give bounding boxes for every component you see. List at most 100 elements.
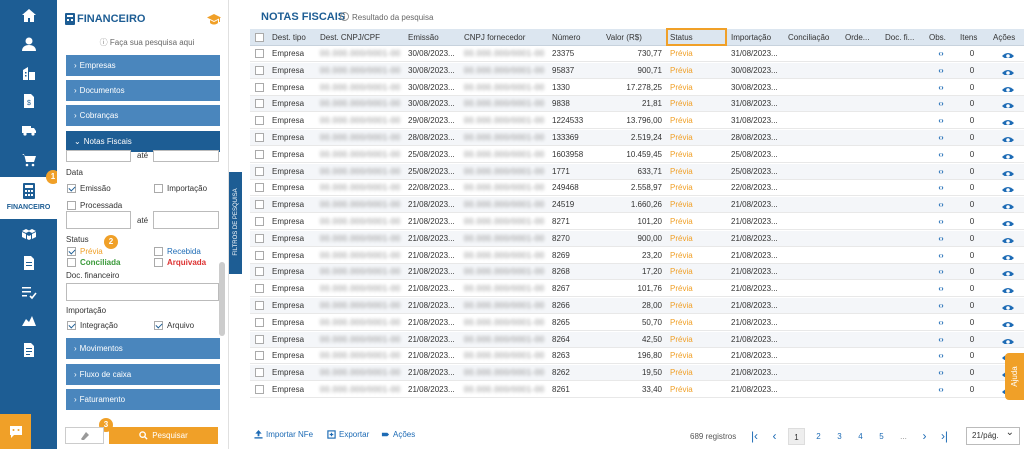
row-checkbox[interactable] (255, 284, 264, 294)
row-checkbox[interactable] (255, 217, 264, 226)
rail-item-building[interactable] (0, 59, 57, 87)
row-checkbox[interactable] (255, 149, 264, 159)
date-from-input[interactable] (66, 211, 131, 229)
doc-financeiro-input[interactable] (66, 283, 219, 301)
section-movimentos[interactable]: › Movimentos (66, 338, 220, 359)
code-icon[interactable]: ‹› (929, 147, 953, 163)
eye-icon[interactable] (1002, 252, 1014, 260)
eye-icon[interactable] (1002, 201, 1014, 210)
import-nfe-button[interactable]: Importar NFe (254, 430, 313, 439)
eye-icon[interactable] (1002, 218, 1014, 226)
col-dest-cnpj[interactable]: Dest. CNPJ/CPF (320, 29, 406, 46)
section-documentos[interactable]: › Documentos (66, 80, 220, 101)
col-itens[interactable]: Itens (960, 29, 984, 46)
section-faturamento[interactable]: › Faturamento (66, 389, 220, 410)
eye-icon[interactable] (1002, 151, 1014, 159)
table-row[interactable]: Empresa 00.000.000/0001-00 21/08/2023... 00… (250, 382, 1024, 398)
col-dest-tipo[interactable]: Dest. tipo (272, 29, 320, 46)
date-to-partial[interactable] (153, 150, 219, 162)
eye-icon[interactable] (1002, 268, 1014, 277)
importacao-checkbox[interactable] (154, 184, 163, 193)
code-icon[interactable]: ‹› (929, 348, 953, 364)
page-5[interactable]: 5 (873, 428, 890, 445)
col-ordem[interactable]: Orde... (845, 29, 883, 46)
rail-item-cart[interactable] (0, 146, 57, 174)
code-icon[interactable]: ‹› (929, 248, 953, 264)
row-checkbox[interactable] (255, 82, 264, 92)
per-page-select[interactable]: 21/pág. (966, 425, 1020, 445)
col-cnpj-fornecedor[interactable]: CNPJ fornecedor (464, 29, 550, 46)
table-row[interactable]: Empresa 00.000.000/0001-00 28/08/2023... 00… (250, 130, 1024, 146)
recebida-checkbox[interactable] (154, 247, 163, 256)
rail-item-document[interactable] (0, 249, 57, 277)
row-checkbox[interactable] (255, 385, 264, 394)
code-icon[interactable]: ‹› (929, 197, 953, 213)
eye-icon[interactable] (1002, 336, 1014, 344)
table-row[interactable]: Empresa 00.000.000/0001-00 21/08/2023... 00… (250, 281, 1024, 298)
code-icon[interactable]: ‹› (929, 214, 953, 230)
filter-toggle-tab[interactable]: FILTROS DE PESQUISA (229, 172, 242, 274)
table-row[interactable]: Empresa 00.000.000/0001-00 29/08/2023... 00… (250, 113, 1024, 130)
col-emissao[interactable]: Emissão (408, 29, 462, 46)
row-checkbox[interactable] (255, 183, 264, 193)
rail-item-user[interactable] (0, 30, 57, 58)
section-cobrancas[interactable]: › Cobranças (66, 105, 220, 126)
table-row[interactable]: Empresa 00.000.000/0001-00 30/08/2023... 00… (250, 80, 1024, 96)
table-row[interactable]: Empresa 00.000.000/0001-00 21/08/2023... 00… (250, 365, 1024, 382)
table-row[interactable]: Empresa 00.000.000/0001-00 30/08/2023... 00… (250, 62, 1024, 79)
eye-icon[interactable] (1002, 84, 1014, 92)
eye-icon[interactable] (1002, 184, 1014, 193)
col-doc-financeiro[interactable]: Doc. fi... (885, 29, 923, 46)
rail-item-file[interactable] (0, 336, 57, 364)
select-all-checkbox[interactable] (255, 33, 264, 42)
prev-page-button[interactable]: ‹ (766, 428, 783, 445)
code-icon[interactable]: ‹› (929, 332, 953, 348)
table-row[interactable]: Empresa 00.000.000/0001-00 30/08/2023... 00… (250, 96, 1024, 113)
integracao-checkbox[interactable] (67, 321, 76, 330)
table-row[interactable]: Empresa 00.000.000/0001-00 21/08/2023... 00… (250, 264, 1024, 281)
code-icon[interactable]: ‹› (929, 264, 953, 280)
next-page-button[interactable]: › (916, 428, 933, 445)
table-row[interactable]: Empresa 00.000.000/0001-00 21/08/2023... 00… (250, 298, 1024, 314)
arquivada-checkbox[interactable] (154, 258, 163, 267)
emissao-checkbox[interactable] (67, 184, 76, 193)
eye-icon[interactable] (1002, 117, 1014, 126)
row-checkbox[interactable] (255, 116, 264, 126)
code-icon[interactable]: ‹› (929, 96, 953, 112)
row-checkbox[interactable] (255, 351, 264, 361)
previa-checkbox[interactable] (67, 247, 76, 256)
conciliada-checkbox[interactable] (67, 258, 76, 267)
eye-icon[interactable] (1002, 50, 1014, 58)
table-row[interactable]: Empresa 00.000.000/0001-00 22/08/2023... 00… (250, 180, 1024, 197)
col-importacao[interactable]: Importação (731, 29, 786, 46)
search-button[interactable]: Pesquisar (109, 427, 218, 444)
code-icon[interactable]: ‹› (929, 113, 953, 129)
actions-button[interactable]: Ações (381, 430, 415, 439)
row-checkbox[interactable] (255, 99, 264, 109)
code-icon[interactable]: ‹› (929, 231, 953, 247)
last-page-button[interactable]: ›| (936, 428, 953, 445)
rail-item-home[interactable] (0, 2, 57, 30)
row-checkbox[interactable] (255, 250, 264, 260)
section-fluxo-de-caixa[interactable]: › Fluxo de caixa (66, 364, 220, 385)
chat-button[interactable] (0, 414, 31, 449)
table-row[interactable]: Empresa 00.000.000/0001-00 21/08/2023... 00… (250, 248, 1024, 264)
row-checkbox[interactable] (255, 317, 264, 327)
row-checkbox[interactable] (255, 233, 264, 243)
row-checkbox[interactable] (255, 200, 264, 210)
col-acoes[interactable]: Ações (993, 29, 1023, 46)
row-checkbox[interactable] (255, 133, 264, 142)
panel-scrollbar[interactable] (219, 262, 225, 336)
code-icon[interactable]: ‹› (929, 46, 953, 62)
section-notas-fiscais[interactable]: ⌄ Notas Fiscais (66, 131, 220, 152)
code-icon[interactable]: ‹› (929, 130, 953, 146)
rail-item-chart[interactable] (0, 306, 57, 334)
code-icon[interactable]: ‹› (929, 63, 953, 79)
eye-icon[interactable] (1002, 319, 1014, 327)
table-row[interactable]: Empresa 00.000.000/0001-00 21/08/2023... 00… (250, 230, 1024, 247)
page-1[interactable]: 1 (788, 428, 805, 445)
eye-icon[interactable] (1002, 302, 1014, 310)
row-checkbox[interactable] (255, 301, 264, 310)
page-3[interactable]: 3 (831, 428, 848, 445)
code-icon[interactable]: ‹› (929, 164, 953, 180)
